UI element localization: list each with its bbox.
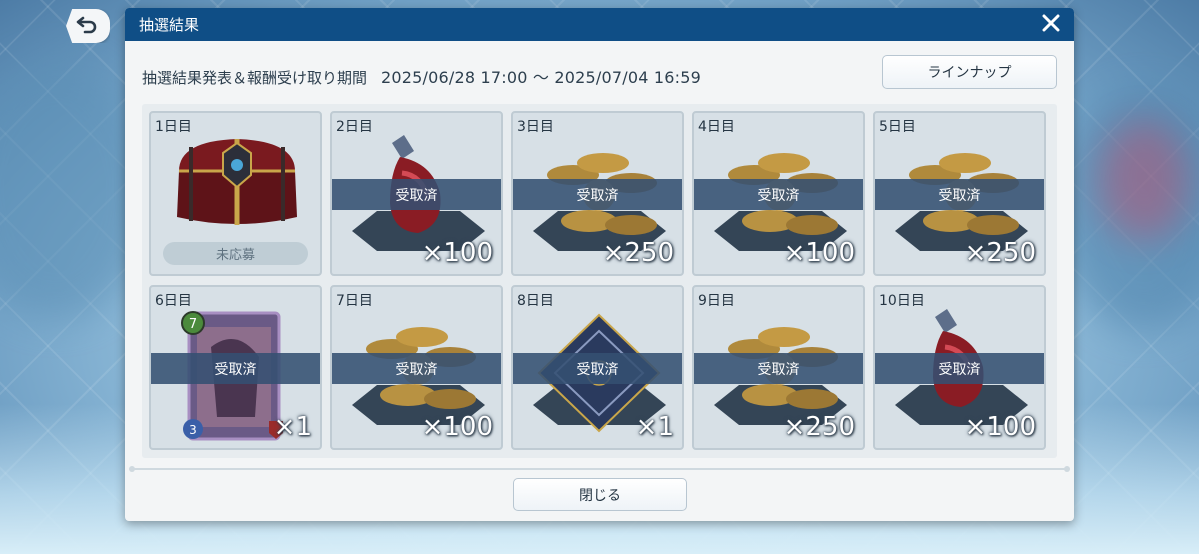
day-label: 1日目 bbox=[155, 119, 192, 135]
received-banner: 受取済 bbox=[694, 179, 863, 210]
lottery-results-dialog: 抽選結果 抽選結果発表＆報酬受け取り期間 2025/06/28 17:00 ～ 2… bbox=[125, 8, 1074, 521]
day-label: 8日目 bbox=[517, 293, 554, 309]
day-label: 4日目 bbox=[698, 119, 735, 135]
not-applied-badge: 未応募 bbox=[163, 242, 308, 265]
day-cell-6[interactable]: 6日目 7 3 受取済 ×1 bbox=[149, 285, 322, 450]
day-label: 10日目 bbox=[879, 293, 925, 309]
back-button[interactable] bbox=[66, 9, 110, 43]
svg-text:3: 3 bbox=[189, 423, 197, 437]
received-banner: 受取済 bbox=[875, 179, 1044, 210]
day-cell-4[interactable]: 4日目 受取済 ×100 bbox=[692, 111, 865, 276]
day-cell-9[interactable]: 9日目 受取済 ×250 bbox=[692, 285, 865, 450]
period-info: 抽選結果発表＆報酬受け取り期間 2025/06/28 17:00 ～ 2025/0… bbox=[142, 64, 701, 88]
quantity-label: ×250 bbox=[964, 238, 1036, 268]
dialog-title: 抽選結果 bbox=[139, 16, 200, 34]
divider bbox=[129, 466, 1070, 472]
quantity-label: ×1 bbox=[273, 412, 312, 442]
period-label: 抽選結果発表＆報酬受け取り期間 bbox=[142, 69, 368, 87]
quantity-label: ×1 bbox=[635, 412, 674, 442]
received-banner: 受取済 bbox=[332, 353, 501, 384]
received-banner: 受取済 bbox=[332, 179, 501, 210]
received-banner: 受取済 bbox=[151, 353, 320, 384]
day-cell-5[interactable]: 5日目 受取済 ×250 bbox=[873, 111, 1046, 276]
day-cell-8[interactable]: 8日目 受取済 ×1 bbox=[511, 285, 684, 450]
close-button[interactable] bbox=[1038, 12, 1064, 38]
received-banner: 受取済 bbox=[694, 353, 863, 384]
received-banner: 受取済 bbox=[513, 353, 682, 384]
day-label: 5日目 bbox=[879, 119, 916, 135]
received-banner: 受取済 bbox=[875, 353, 1044, 384]
day-label: 3日目 bbox=[517, 119, 554, 135]
close-dialog-button[interactable]: 閉じる bbox=[513, 478, 687, 511]
day-label: 2日目 bbox=[336, 119, 373, 135]
close-icon bbox=[1042, 14, 1060, 36]
quantity-label: ×250 bbox=[602, 238, 674, 268]
day-label: 6日目 bbox=[155, 293, 192, 309]
day-cell-10[interactable]: 10日目 受取済 ×100 bbox=[873, 285, 1046, 450]
dialog-title-bar: 抽選結果 bbox=[125, 8, 1074, 41]
day-cell-2[interactable]: 2日目 受取済 ×100 bbox=[330, 111, 503, 276]
period-value: 2025/06/28 17:00 ～ 2025/07/04 16:59 bbox=[381, 68, 702, 87]
day-label: 9日目 bbox=[698, 293, 735, 309]
day-label: 7日目 bbox=[336, 293, 373, 309]
quantity-label: ×100 bbox=[421, 412, 493, 442]
quantity-label: ×100 bbox=[783, 238, 855, 268]
lineup-button[interactable]: ラインナップ bbox=[882, 55, 1057, 89]
day-cell-3[interactable]: 3日目 受取済 ×250 bbox=[511, 111, 684, 276]
svg-text:7: 7 bbox=[189, 317, 197, 332]
reward-grid: 1日目 未応募 2日目 受取済 ×100 3日目 受取済 ×250 4日目 受取… bbox=[142, 104, 1057, 458]
day-cell-1[interactable]: 1日目 未応募 bbox=[149, 111, 322, 276]
quantity-label: ×250 bbox=[783, 412, 855, 442]
back-arrow-icon bbox=[76, 14, 100, 38]
quantity-label: ×100 bbox=[964, 412, 1036, 442]
received-banner: 受取済 bbox=[513, 179, 682, 210]
day-cell-7[interactable]: 7日目 受取済 ×100 bbox=[330, 285, 503, 450]
quantity-label: ×100 bbox=[421, 238, 493, 268]
